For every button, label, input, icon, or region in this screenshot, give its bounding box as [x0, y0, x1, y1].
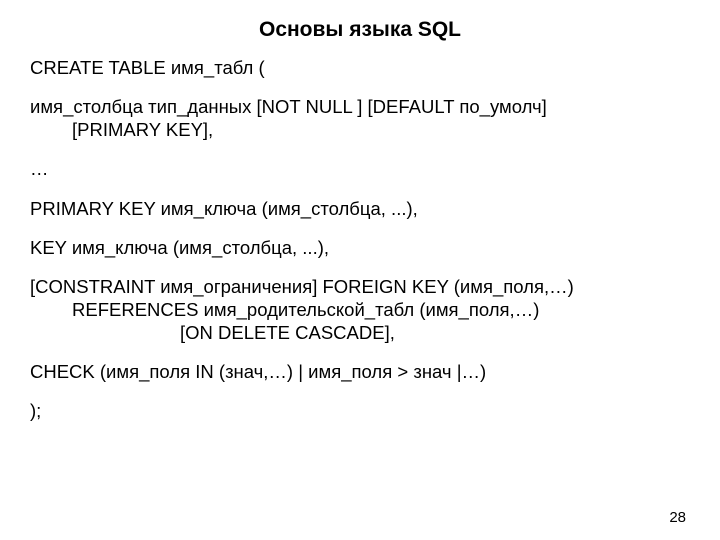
code-line: KEY имя_ключа (имя_столбца, ...), [30, 236, 690, 259]
code-text: [ON DELETE CASCADE], [30, 322, 395, 343]
code-line: CHECK (имя_поля IN (знач,…) | имя_поля >… [30, 360, 690, 383]
page-number: 28 [669, 509, 686, 526]
slide: Основы языка SQL CREATE TABLE имя_табл (… [0, 0, 720, 540]
code-text: [CONSTRAINT имя_ограничения] FOREIGN KEY… [30, 276, 574, 297]
code-line: ); [30, 399, 690, 422]
code-text: [PRIMARY KEY], [30, 119, 213, 140]
code-line: PRIMARY KEY имя_ключа (имя_столбца, ...)… [30, 197, 690, 220]
slide-body: CREATE TABLE имя_табл ( имя_столбца тип_… [30, 56, 690, 422]
code-text: REFERENCES имя_родительской_табл (имя_по… [30, 299, 539, 320]
code-line: имя_столбца тип_данных [NOT NULL ] [DEFA… [30, 95, 690, 141]
slide-title: Основы языка SQL [30, 18, 690, 42]
code-line: [CONSTRAINT имя_ограничения] FOREIGN KEY… [30, 275, 690, 344]
code-line: … [30, 157, 690, 180]
code-line: CREATE TABLE имя_табл ( [30, 56, 690, 79]
code-text: имя_столбца тип_данных [NOT NULL ] [DEFA… [30, 96, 547, 117]
